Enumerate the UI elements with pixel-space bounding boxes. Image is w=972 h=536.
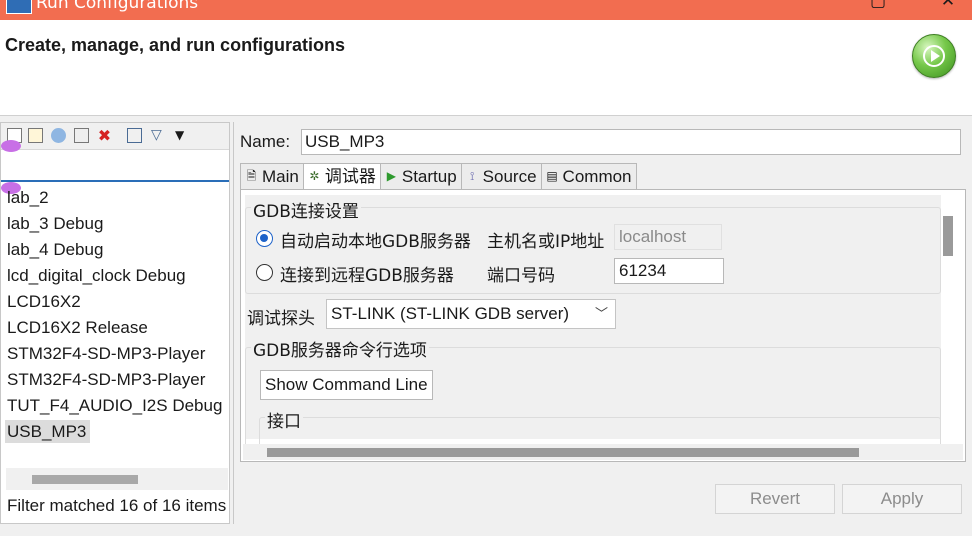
host-field[interactable]: localhost: [614, 224, 722, 250]
list-item[interactable]: USB_MP3: [1, 419, 229, 445]
panel-horizontal-scrollbar[interactable]: [243, 444, 963, 460]
radio-local-label: 自动启动本地GDB服务器: [280, 232, 471, 252]
debugger-panel: GDB连接设置 自动启动本地GDB服务器 主机名或IP地址 localhost …: [240, 189, 966, 462]
gdb-connection-title: GDB连接设置: [251, 197, 361, 222]
radio-remote-gdb[interactable]: [256, 264, 273, 281]
close-icon[interactable]: ✕: [938, 0, 958, 10]
new-prototype-icon[interactable]: [28, 128, 43, 143]
config-editor-pane: Name: USB_MP3 🗎 Main ✲ 调试器 ▶ Startup ⟟ Sourc…: [233, 122, 972, 524]
view-menu-icon[interactable]: ▼: [175, 128, 190, 143]
panel-vertical-scrollbar-thumb[interactable]: [943, 216, 953, 256]
dialog-header: Create, manage, and run configurations: [0, 20, 972, 116]
list-horizontal-scrollbar[interactable]: [6, 468, 228, 490]
window-title: Run Configurations: [36, 0, 199, 13]
interface-title: 接口: [265, 407, 303, 432]
filter-status: Filter matched 16 of 16 items: [7, 496, 227, 515]
list-item[interactable]: TUT_F4_AUDIO_I2S Debug: [1, 393, 229, 419]
collapse-all-icon[interactable]: [127, 128, 142, 143]
run-icon: [912, 34, 956, 78]
chevron-down-icon: ﹀: [594, 306, 608, 321]
scrollbar-thumb[interactable]: [32, 475, 138, 484]
name-label: Name:: [240, 132, 291, 151]
tab-bar: 🗎 Main ✲ 调试器 ▶ Startup ⟟ Source ▤ Common: [240, 163, 637, 189]
config-list: lab_2 lab_3 Debug lab_4 Debug lcd_digital_c…: [1, 185, 229, 445]
title-bar: Run Configurations ▢ ✕: [0, 0, 972, 20]
debugger-tab-icon: ✲: [309, 169, 320, 183]
maximize-icon[interactable]: ▢: [868, 0, 888, 10]
list-item[interactable]: LCD16X2: [1, 289, 229, 315]
tab-source[interactable]: ⟟ Source: [460, 163, 542, 189]
startup-tab-icon: ▶: [386, 169, 396, 183]
list-item[interactable]: lab_4 Debug: [1, 237, 229, 263]
list-item[interactable]: lab_3 Debug: [1, 211, 229, 237]
tab-startup[interactable]: ▶ Startup: [379, 163, 462, 189]
list-item[interactable]: lab_2: [1, 185, 229, 211]
footer-strip: [0, 524, 972, 536]
list-item[interactable]: LCD16X2 Release: [1, 315, 229, 341]
common-tab-icon: ▤: [546, 169, 558, 183]
port-label: 端口号码: [487, 266, 555, 286]
selection-handle-top[interactable]: [1, 140, 21, 152]
duplicate-icon[interactable]: [74, 128, 89, 143]
show-command-line-button[interactable]: Show Command Line: [260, 370, 433, 400]
radio-remote-label: 连接到远程GDB服务器: [280, 266, 454, 286]
list-item[interactable]: STM32F4-SD-MP3-Player: [1, 367, 229, 393]
radio-local-gdb[interactable]: [256, 230, 273, 247]
filter-input[interactable]: [1, 150, 229, 182]
panel-hscroll-thumb[interactable]: [267, 448, 859, 457]
revert-button[interactable]: Revert: [715, 484, 835, 514]
delete-icon[interactable]: ✖: [97, 128, 112, 144]
tab-debugger[interactable]: ✲ 调试器: [302, 163, 381, 189]
host-label: 主机名或IP地址: [487, 232, 605, 252]
list-item[interactable]: lcd_digital_clock Debug: [1, 263, 229, 289]
probe-label: 调试探头: [247, 309, 315, 329]
filter-icon[interactable]: ▽: [151, 128, 166, 143]
probe-select[interactable]: ST-LINK (ST-LINK GDB server) ﹀: [326, 299, 616, 329]
gdb-cmdline-title: GDB服务器命令行选项: [251, 336, 429, 361]
app-icon: [6, 0, 32, 14]
config-list-pane: ✖ ▽ ▼ lab_2 lab_3 Debug lab_4 Debug lcd_dig…: [0, 122, 230, 524]
name-input[interactable]: USB_MP3: [301, 129, 961, 155]
tab-main[interactable]: 🗎 Main: [240, 163, 304, 189]
dialog-heading: Create, manage, and run configurations: [5, 35, 346, 55]
apply-button[interactable]: Apply: [842, 484, 962, 514]
main-tab-icon: 🗎: [246, 169, 257, 183]
list-item[interactable]: STM32F4-SD-MP3-Player: [1, 341, 229, 367]
source-tab-icon: ⟟: [469, 169, 475, 183]
config-toolbar: ✖ ▽ ▼: [1, 123, 229, 150]
export-icon[interactable]: [51, 128, 66, 143]
tab-common[interactable]: ▤ Common: [540, 163, 637, 189]
port-field[interactable]: 61234: [614, 258, 724, 284]
